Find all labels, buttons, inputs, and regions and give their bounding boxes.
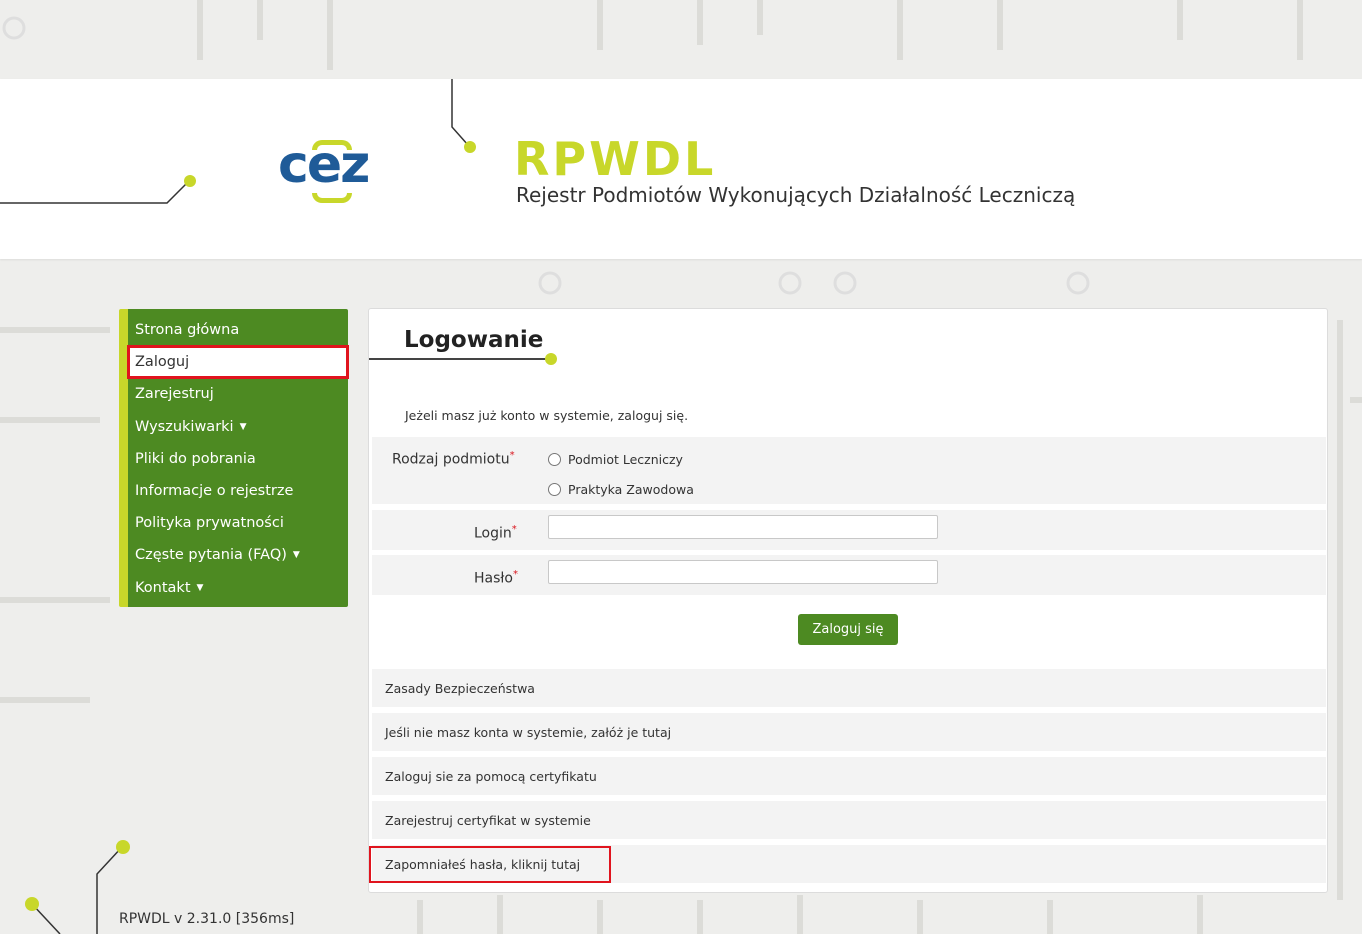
password-label-text: Hasło <box>474 570 513 587</box>
caret-down-icon: ▼ <box>196 582 204 593</box>
login-label: Login* <box>474 524 517 542</box>
site-subtitle: Rejestr Podmiotów Wykonujących Działalno… <box>516 183 1076 207</box>
sidebar-item-label: Kontakt <box>135 579 191 596</box>
forgot-password-highlight <box>369 846 611 883</box>
required-marker: * <box>512 569 518 580</box>
login-row: Login* <box>372 510 1326 550</box>
caret-down-icon: ▼ <box>239 421 247 432</box>
title-dot <box>545 353 557 365</box>
entity-type-row: Rodzaj podmiotu* Podmiot Leczniczy Prakt… <box>372 437 1326 504</box>
password-input[interactable] <box>548 560 938 584</box>
header-band: cez RPWDL Rejestr Podmiotów Wykonujących… <box>0 79 1362 259</box>
create-account-link[interactable]: Jeśli nie masz konta w systemie, załóż j… <box>372 713 1326 751</box>
sidebar-item-label: Pliki do pobrania <box>135 450 256 467</box>
login-label-text: Login <box>474 525 512 542</box>
login-intro-text: Jeżeli masz już konto w systemie, zalogu… <box>405 408 689 423</box>
sidebar-item-label: Informacje o rejestrze <box>135 483 294 500</box>
cez-logo: cez <box>278 135 370 203</box>
security-rules-link[interactable]: Zasady Bezpieczeństwa <box>372 669 1326 707</box>
caret-down-icon: ▼ <box>292 550 300 561</box>
required-marker: * <box>511 524 517 535</box>
login-submit-button[interactable]: Zaloguj się <box>798 614 898 645</box>
sidebar-item-label: Strona główna <box>135 322 240 339</box>
register-certificate-link[interactable]: Zarejestruj certyfikat w systemie <box>372 801 1326 839</box>
entity-type-label-text: Rodzaj podmiotu <box>392 451 510 468</box>
radio-podmiot-leczniczy[interactable]: Podmiot Leczniczy <box>548 452 683 467</box>
sidebar-menu: Strona główna Zaloguj Zarejestruj Wyszuk… <box>119 309 349 607</box>
sidebar-item-label: Wyszukiwarki <box>135 418 234 435</box>
sidebar-item-downloads[interactable]: Pliki do pobrania <box>128 443 348 475</box>
title-underline <box>369 358 551 360</box>
certificate-login-link[interactable]: Zaloguj sie za pomocą certyfikatu <box>372 757 1326 795</box>
sidebar-item-home[interactable]: Strona główna <box>128 314 348 346</box>
sidebar-item-label: Zaloguj <box>135 354 190 371</box>
sidebar-item-label: Częste pytania (FAQ) <box>135 547 287 564</box>
sidebar-item-label: Polityka prywatności <box>135 515 284 532</box>
required-marker: * <box>509 450 515 461</box>
entity-type-label: Rodzaj podmiotu* <box>392 450 515 468</box>
radio-unchecked-icon <box>548 483 561 496</box>
login-input[interactable] <box>548 515 938 539</box>
password-row: Hasło* <box>372 555 1326 595</box>
sidebar-item-label: Zarejestruj <box>135 386 214 403</box>
sidebar-item-faq[interactable]: Częste pytania (FAQ) ▼ <box>128 539 348 571</box>
link-label: Zarejestruj certyfikat w systemie <box>385 812 591 828</box>
radio-unchecked-icon <box>548 453 561 466</box>
link-label: Zasady Bezpieczeństwa <box>385 680 535 696</box>
sidebar-item-register-info[interactable]: Informacje o rejestrze <box>128 475 348 507</box>
radio-label: Praktyka Zawodowa <box>568 482 694 497</box>
cez-logo-arc-bottom <box>312 193 352 203</box>
password-label: Hasło* <box>474 569 518 587</box>
link-label: Jeśli nie masz konta w systemie, załóż j… <box>385 724 672 740</box>
cez-logo-arc-top <box>312 140 352 150</box>
sidebar-item-contact[interactable]: Kontakt ▼ <box>128 572 348 604</box>
sidebar-item-login[interactable]: Zaloguj <box>127 345 349 380</box>
site-title: RPWDL <box>514 132 717 186</box>
sidebar-item-privacy[interactable]: Polityka prywatności <box>128 507 348 539</box>
login-panel: Logowanie Jeżeli masz już konto w system… <box>368 308 1328 893</box>
link-label: Zaloguj sie za pomocą certyfikatu <box>385 768 597 784</box>
sidebar-item-search[interactable]: Wyszukiwarki ▼ <box>128 411 348 443</box>
sidebar-item-register[interactable]: Zarejestruj <box>128 378 348 410</box>
radio-label: Podmiot Leczniczy <box>568 452 683 467</box>
page-title: Logowanie <box>404 327 544 353</box>
radio-praktyka-zawodowa[interactable]: Praktyka Zawodowa <box>548 482 694 497</box>
app-version: RPWDL v 2.31.0 [356ms] <box>119 911 295 927</box>
